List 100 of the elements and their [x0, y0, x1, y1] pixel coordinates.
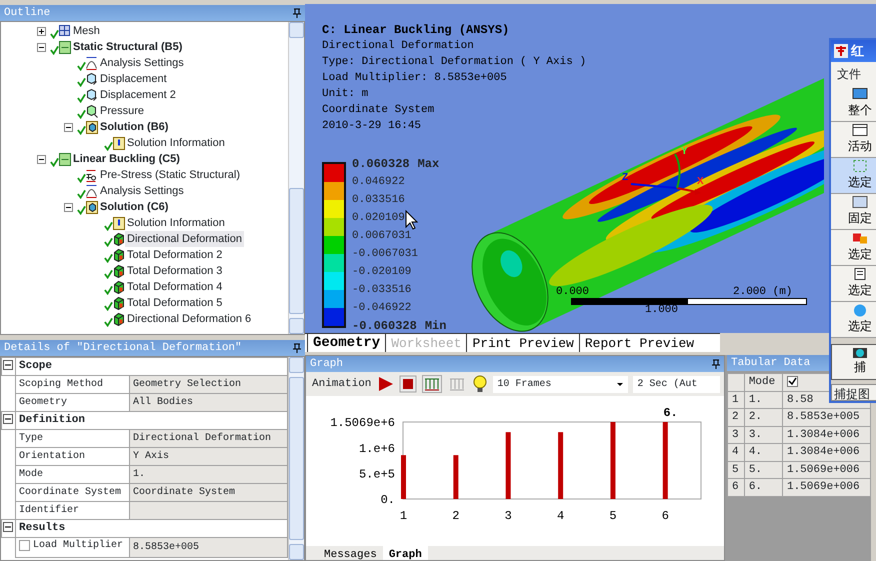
tree-item[interactable]: Total Deformation 3: [125, 262, 224, 280]
y-tick-label: 5.e+5: [358, 467, 395, 482]
tree-item[interactable]: Pressure: [98, 102, 146, 120]
result-cube-icon: [113, 296, 125, 310]
mouse-cursor-icon: [405, 210, 418, 230]
result-info-line: Coordinate System: [322, 103, 434, 118]
checkmark-icon: [104, 141, 113, 151]
capture-mode-button[interactable]: 选定: [831, 302, 876, 338]
play-icon[interactable]: [378, 376, 394, 392]
result-info-line: Type: Directional Deformation ( Y Axis ): [322, 55, 586, 70]
capture-mode-button[interactable]: 选定: [831, 158, 876, 194]
bar: [558, 432, 564, 499]
tree-item[interactable]: Displacement: [98, 70, 169, 88]
table-cell: 5: [732, 464, 739, 476]
group-header: Definition: [19, 414, 86, 426]
panel-tab[interactable]: Messages: [318, 546, 383, 560]
tree-item[interactable]: Total Deformation 4: [125, 278, 224, 296]
table-cell: 1.5069e+006: [786, 481, 860, 493]
mesh-icon: [59, 24, 71, 38]
legend-value: 0.0067031: [352, 229, 412, 244]
collapse-icon[interactable]: [3, 360, 13, 370]
tree-item[interactable]: Solution (B6): [98, 118, 170, 136]
scale-label: 2.000 (m): [733, 286, 792, 298]
tree-item[interactable]: Solution Information: [125, 214, 227, 232]
lightbulb-icon[interactable]: [472, 375, 488, 393]
solution-folder-icon: [86, 120, 98, 134]
tree-item[interactable]: Mesh: [71, 22, 102, 40]
collapse-icon[interactable]: [37, 42, 46, 52]
table-cell: 4.: [748, 446, 762, 458]
app-icon: [834, 44, 848, 58]
checkbox[interactable]: [19, 540, 30, 551]
window-title: 红: [851, 42, 864, 60]
panel-tab[interactable]: Graph: [382, 546, 428, 560]
duration-field[interactable]: 2 Sec (Aut: [633, 376, 720, 392]
panel-title: Details of "Directional Deformation": [4, 340, 242, 356]
cube-icon: [86, 72, 98, 86]
tree-item[interactable]: Total Deformation 2: [125, 246, 224, 264]
scale-label: 0.000: [556, 286, 590, 298]
scale-label: 1.000: [645, 304, 678, 316]
panel-title: Outline: [4, 6, 50, 21]
checkbox[interactable]: [786, 376, 798, 387]
caret-icon: [616, 381, 624, 387]
tree-item[interactable]: Total Deformation 5: [125, 294, 224, 312]
capture-mode-button[interactable]: 整个: [831, 86, 876, 122]
x-tick-label: 5: [609, 509, 617, 523]
table-cell: 6: [732, 481, 739, 493]
tree-item[interactable]: Pre-Stress (Static Structural): [98, 166, 242, 184]
pin-icon[interactable]: [293, 343, 301, 353]
folder-icon: [59, 40, 71, 54]
tree-item[interactable]: Directional Deformation 6: [125, 310, 254, 328]
bar-chart-view-icon[interactable]: [422, 375, 442, 393]
table-cell: 1: [732, 394, 739, 406]
tree-item[interactable]: Solution Information: [125, 134, 227, 152]
animation-label: Animation: [311, 376, 372, 392]
tree-item[interactable]: Analysis Settings: [98, 54, 186, 72]
group-header: Results: [19, 522, 66, 534]
collapse-icon[interactable]: [3, 414, 13, 424]
pin-icon[interactable]: [712, 359, 720, 369]
collapse-icon[interactable]: [37, 154, 46, 164]
capture-mode-button[interactable]: 选定: [831, 266, 876, 302]
y-tick-label: 1.e+6: [358, 442, 395, 456]
capture-mode-button[interactable]: 选定: [831, 230, 876, 266]
collapse-icon[interactable]: [64, 202, 73, 212]
folder-icon: [59, 152, 71, 166]
capture-mode-button[interactable]: 固定: [831, 194, 876, 230]
vertical-scrollbar[interactable]: [288, 357, 304, 560]
legend-value: -0.046922: [352, 301, 412, 316]
bar-annotation: 6.: [663, 406, 678, 420]
legend-value: 0.033516: [352, 193, 405, 208]
frames-dropdown[interactable]: 10 Frames: [493, 376, 628, 392]
capture-mode-button[interactable]: 活动: [831, 122, 876, 158]
stop-icon[interactable]: [399, 375, 418, 393]
cube-icon: [86, 104, 98, 118]
group-header: Scope: [19, 360, 52, 372]
capture-button[interactable]: 捕: [831, 344, 876, 380]
checkmark-icon: [50, 157, 59, 167]
tree-item[interactable]: Static Structural (B5): [71, 38, 184, 56]
tree-item[interactable]: Directional Deformation: [125, 230, 244, 248]
result-cube-icon: [113, 264, 125, 278]
pin-icon[interactable]: [293, 8, 301, 18]
tree-item[interactable]: Solution (C6): [98, 198, 170, 216]
vertical-scrollbar[interactable]: [288, 22, 304, 334]
expand-icon[interactable]: [37, 26, 46, 36]
result-cube-icon: [113, 248, 125, 262]
collapse-icon[interactable]: [64, 122, 73, 132]
property-value: 8.5853e+005: [133, 542, 200, 553]
tree-item[interactable]: Displacement 2: [98, 86, 178, 104]
shapes-icon: [852, 232, 868, 245]
solution-folder-icon: [86, 200, 98, 214]
tree-item[interactable]: Linear Buckling (C5): [71, 150, 182, 168]
selection-icon: [852, 160, 868, 173]
property-label: Scoping Method: [19, 379, 104, 390]
property-value: Directional Deformation: [133, 433, 272, 444]
result-cube-icon: [113, 232, 125, 246]
tree-item[interactable]: Analysis Settings: [98, 182, 186, 200]
cube-icon: [86, 88, 98, 102]
table-cell: 6.: [748, 481, 762, 493]
legend-value: -0.060328: [352, 318, 417, 333]
collapse-icon[interactable]: [3, 522, 13, 532]
result-cube-icon: [113, 312, 125, 326]
